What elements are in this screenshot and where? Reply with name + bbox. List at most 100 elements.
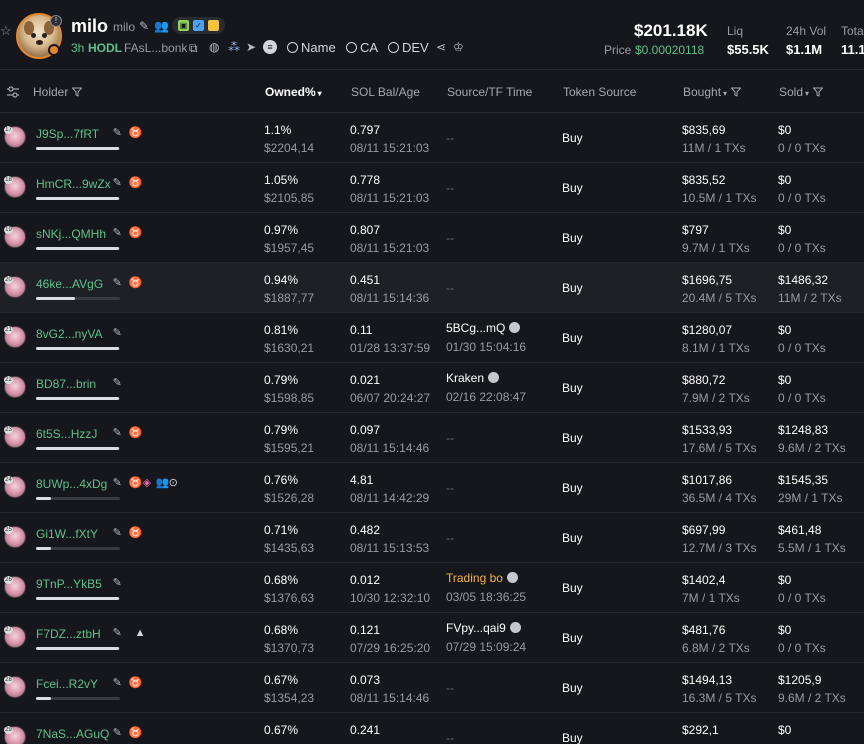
holder-avatar[interactable]: 28: [4, 676, 26, 698]
table-row[interactable]: 25 Gi1W...fXtY ✎ ♉ 0.71% $1435,63 0.482 08/11 1…: [0, 513, 864, 563]
crown-icon[interactable]: ♔: [453, 40, 464, 54]
source-empty: --: [446, 531, 454, 545]
social-badges[interactable]: ▣ ✓ ⚡: [172, 17, 225, 34]
col-owned[interactable]: Owned% ▾: [265, 85, 322, 101]
table-row[interactable]: 19 sNKj...QMHh ✎ ♉ 0.97% $1957,45 0.807 08/11 1…: [0, 213, 864, 263]
table-row[interactable]: 29 7NaS...AGuQ ✎ ♉ 0.67% 0.241 -- Buy $292,1 $0: [0, 713, 864, 744]
col-source-tf-time[interactable]: Source/TF Time: [447, 85, 532, 99]
funding-source[interactable]: Trading bo: [446, 571, 518, 585]
rank-badge: 26: [4, 576, 13, 584]
holder-address[interactable]: 7NaS...AGuQ: [36, 727, 109, 741]
funding-source[interactable]: 5BCg...mQ: [446, 321, 521, 335]
sold-usd: $1248,83: [778, 423, 829, 437]
col-sold[interactable]: Sold ▾: [779, 85, 824, 101]
edit-icon[interactable]: ✎: [113, 377, 122, 390]
funding-source[interactable]: FVpy...qai9: [446, 621, 521, 635]
contract-address[interactable]: FAsL...bonk: [124, 41, 187, 55]
holder-avatar[interactable]: 25: [4, 526, 26, 548]
holder-avatar[interactable]: 21: [4, 326, 26, 348]
col-token-source[interactable]: Token Source: [563, 85, 636, 99]
edit-icon[interactable]: ✎: [113, 677, 122, 690]
edit-icon[interactable]: ✎: [113, 477, 122, 490]
holder-address[interactable]: F7DZ...ztbH: [36, 627, 101, 641]
edit-icon[interactable]: ✎: [139, 19, 149, 33]
holder-address[interactable]: Gi1W...fXtY: [36, 527, 98, 541]
holder-avatar[interactable]: 26: [4, 576, 26, 598]
holder-address[interactable]: BD87...brin: [36, 377, 96, 391]
holder-avatar[interactable]: 17: [4, 126, 26, 148]
sold-tx: 29M / 1 TXs: [778, 491, 843, 505]
community-icon[interactable]: 👥: [154, 19, 169, 33]
star-icon[interactable]: ☆: [0, 24, 12, 38]
holder-avatar[interactable]: 24: [4, 476, 26, 498]
price-value: $0.00020118: [635, 43, 705, 57]
token-source: Buy: [562, 131, 583, 145]
table-row[interactable]: 21 8vG2...nyVA ✎ 0.81% $1630,21 0.11 01/28 13:…: [0, 313, 864, 363]
table-row[interactable]: 22 BD87...brin ✎ 0.79% $1598,85 0.021 06/07 20…: [0, 363, 864, 413]
filter-icon[interactable]: [731, 87, 742, 97]
holder-address[interactable]: 46ke...AVgG: [36, 277, 103, 291]
share-icon[interactable]: ⋖: [436, 40, 446, 54]
edit-icon[interactable]: ✎: [113, 527, 122, 540]
edit-icon[interactable]: ✎: [113, 127, 122, 140]
token-source: Buy: [562, 281, 583, 295]
filter-icon[interactable]: [813, 87, 824, 97]
edit-icon[interactable]: ✎: [113, 177, 122, 190]
edit-icon[interactable]: ✎: [113, 227, 122, 240]
holder-address[interactable]: Fcei...R2vY: [36, 677, 98, 691]
holder-avatar[interactable]: 18: [4, 176, 26, 198]
holder-avatar[interactable]: 23: [4, 426, 26, 448]
holder-address[interactable]: sNKj...QMHh: [36, 227, 106, 241]
holder-avatar[interactable]: 29: [4, 726, 26, 744]
search-name-link[interactable]: Name: [287, 40, 336, 55]
website-icon[interactable]: ◍: [209, 40, 219, 54]
col-bought[interactable]: Bought ▾: [683, 85, 742, 101]
table-row[interactable]: 24 8UWp...4xDg ✎ ♉ ◈ 👥 ⊙ 0.76% $1526,28 4.81 08/11…: [0, 463, 864, 513]
holder-address[interactable]: 9TnP...YkB5: [36, 577, 102, 591]
funding-time: 07/29 15:09:24: [446, 640, 527, 654]
edit-icon[interactable]: ✎: [113, 427, 122, 440]
holder-address[interactable]: 6t5S...HzzJ: [36, 427, 97, 441]
edit-icon[interactable]: ✎: [113, 627, 122, 640]
holder-avatar[interactable]: 19: [4, 226, 26, 248]
image-search-icon[interactable]: ▣: [178, 20, 189, 31]
holding-bar: [36, 697, 120, 700]
filter-icon[interactable]: [72, 87, 83, 97]
sold-usd: $0: [778, 573, 792, 587]
table-row[interactable]: 28 Fcei...R2vY ✎ ♉ 0.67% $1354,23 0.073 08/11 1…: [0, 663, 864, 713]
holder-avatar[interactable]: 27: [4, 626, 26, 648]
table-row[interactable]: 17 J9Sp...7fRT ✎ ♉ 1.1% $2204,14 0.797 08/11 15…: [0, 113, 864, 163]
table-row[interactable]: 20 46ke...AVgG ✎ ♉ 0.94% $1887,77 0.451 08/11 1…: [0, 263, 864, 313]
edit-icon[interactable]: ✎: [113, 727, 122, 740]
sliders-icon[interactable]: [6, 85, 20, 99]
holding-bar-fill: [36, 247, 120, 250]
edit-icon[interactable]: ✎: [113, 577, 122, 590]
bought-tx: 36.5M / 4 TXs: [682, 491, 757, 505]
twitter-icon[interactable]: ≡: [263, 40, 277, 54]
lightning-icon[interactable]: ⚡: [208, 20, 219, 31]
holder-avatar[interactable]: 22: [4, 376, 26, 398]
edit-icon[interactable]: ✎: [113, 277, 122, 290]
holding-bar-fill: [36, 347, 120, 350]
col-holder[interactable]: Holder: [33, 85, 83, 99]
edit-icon[interactable]: ✎: [113, 327, 122, 340]
col-sol-bal-age[interactable]: SOL Bal/Age: [351, 85, 420, 99]
verified-icon[interactable]: ✓: [193, 20, 204, 31]
holder-address[interactable]: J9Sp...7fRT: [36, 127, 99, 141]
holder-address[interactable]: HmCR...9wZx: [36, 177, 111, 191]
funding-source[interactable]: Kraken: [446, 371, 500, 385]
hodl-label: HODL: [88, 41, 122, 55]
holder-address[interactable]: 8vG2...nyVA: [36, 327, 102, 341]
copy-icon[interactable]: ⧉: [189, 41, 198, 55]
holder-avatar[interactable]: 20: [4, 276, 26, 298]
table-row[interactable]: 23 6t5S...HzzJ ✎ ♉ 0.79% $1595,21 0.097 08/11 1…: [0, 413, 864, 463]
holder-address[interactable]: 8UWp...4xDg: [36, 477, 107, 491]
search-dev-link[interactable]: DEV: [388, 40, 429, 55]
table-row[interactable]: 26 9TnP...YkB5 ✎ 0.68% $1376,63 0.012 10/30 12…: [0, 563, 864, 613]
community-link-icon[interactable]: ⁂: [228, 40, 240, 54]
telegram-icon[interactable]: ➤: [246, 40, 256, 54]
search-ca-link[interactable]: CA: [346, 40, 378, 55]
table-row[interactable]: 18 HmCR...9wZx ✎ ♉ 1.05% $2105,85 0.778 08/11 1…: [0, 163, 864, 213]
wallet-age: 08/11 15:14:46: [350, 441, 430, 455]
table-row[interactable]: 27 F7DZ...ztbH ✎ ▲ 0.68% $1370,73 0.121 07/29 1…: [0, 613, 864, 663]
